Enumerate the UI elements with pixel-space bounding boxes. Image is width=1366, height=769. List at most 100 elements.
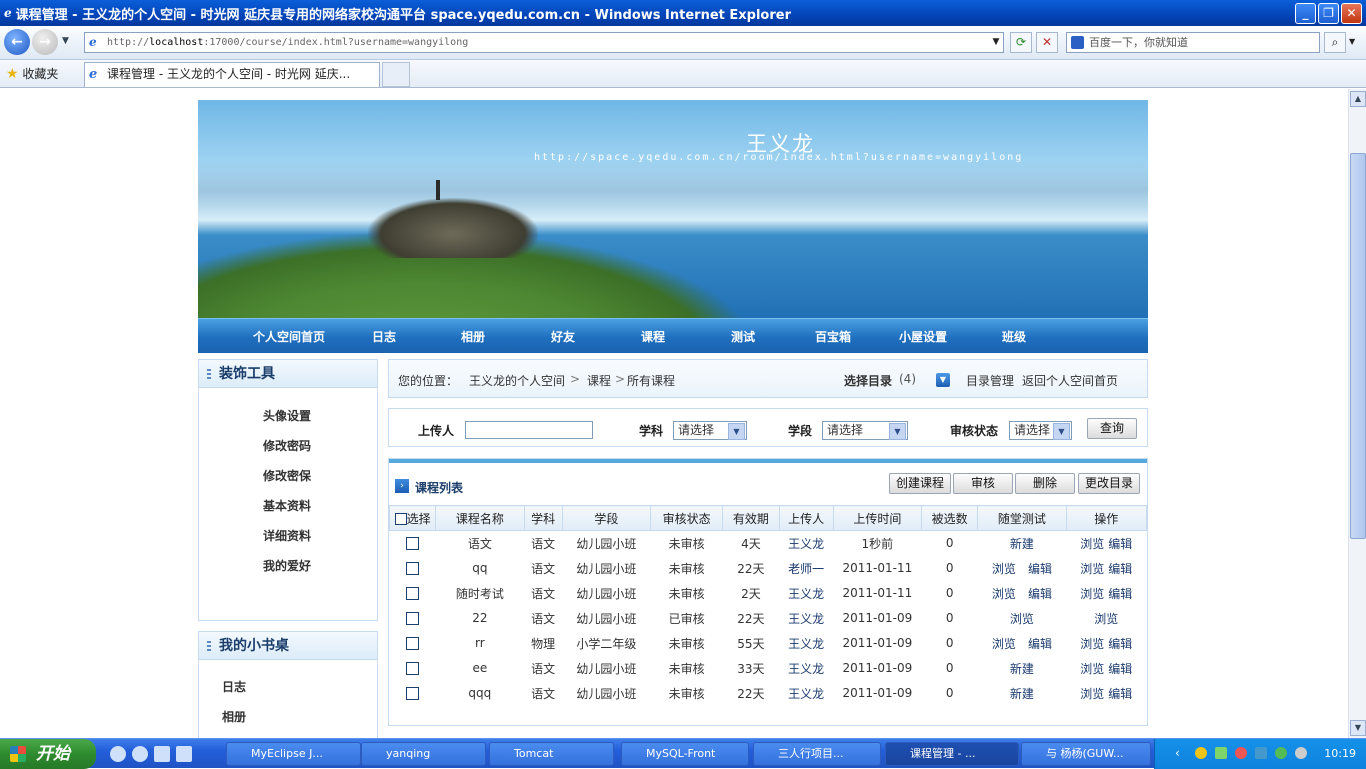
new-tab-button[interactable] bbox=[382, 62, 410, 87]
nav-item-home[interactable]: 个人空间首页 bbox=[253, 328, 325, 345]
nav-item-class[interactable]: 班级 bbox=[1002, 328, 1026, 345]
row-checkbox[interactable] bbox=[406, 562, 420, 575]
stop-button[interactable]: ✕ bbox=[1036, 32, 1058, 53]
maximize-button[interactable]: ❐ bbox=[1318, 3, 1339, 24]
taskbar-item-chat[interactable]: 与 杨杨(GUW... bbox=[1021, 742, 1151, 766]
operation-link[interactable]: 编辑 bbox=[1108, 562, 1132, 576]
uploader-link[interactable]: 王义龙 bbox=[788, 612, 824, 626]
start-button[interactable]: 开始 bbox=[0, 739, 96, 769]
nav-item-toolbox[interactable]: 百宝箱 bbox=[815, 328, 851, 345]
sidebar-item-basic-info[interactable]: 基本资料 bbox=[263, 497, 311, 514]
stage-select[interactable]: 请选择 bbox=[822, 421, 908, 440]
desk-item-blog[interactable]: 日志 bbox=[222, 678, 246, 695]
nav-item-blog[interactable]: 日志 bbox=[372, 328, 396, 345]
scroll-down-button[interactable]: ▼ bbox=[1350, 720, 1366, 736]
operation-link[interactable]: 浏览 bbox=[1080, 637, 1104, 651]
operation-link[interactable]: 编辑 bbox=[1108, 662, 1132, 676]
tray-network-icon[interactable] bbox=[1215, 747, 1227, 759]
address-dropdown-icon[interactable]: ▼ bbox=[988, 33, 1004, 54]
query-button[interactable]: 查询 bbox=[1087, 418, 1137, 439]
quicklaunch-media-icon[interactable] bbox=[176, 746, 192, 762]
nav-item-course[interactable]: 课程 bbox=[641, 328, 665, 345]
operation-link[interactable]: 编辑 bbox=[1108, 687, 1132, 701]
sidebar-item-avatar[interactable]: 头像设置 bbox=[263, 407, 311, 424]
row-checkbox[interactable] bbox=[406, 612, 420, 625]
row-checkbox[interactable] bbox=[406, 587, 420, 600]
quiz-action-link[interactable]: 浏览 bbox=[992, 587, 1016, 601]
uploader-link[interactable]: 王义龙 bbox=[788, 537, 824, 551]
taskbar-item-yanqing[interactable]: yanqing bbox=[361, 742, 486, 766]
breadcrumb-course-link[interactable]: 课程 bbox=[587, 372, 611, 389]
create-course-button[interactable]: 创建课程 bbox=[889, 473, 951, 494]
search-options-icon[interactable]: ▼ bbox=[1349, 37, 1355, 46]
status-select[interactable]: 请选择 bbox=[1009, 421, 1072, 440]
scroll-thumb[interactable] bbox=[1350, 153, 1366, 539]
operation-link[interactable]: 浏览 bbox=[1080, 537, 1104, 551]
taskbar-item-myeclipse[interactable]: MyEclipse J... bbox=[226, 742, 361, 766]
operation-link[interactable]: 浏览 bbox=[1094, 612, 1118, 626]
operation-link[interactable]: 浏览 bbox=[1080, 562, 1104, 576]
uploader-link[interactable]: 王义龙 bbox=[788, 637, 824, 651]
select-all-checkbox[interactable] bbox=[394, 513, 407, 525]
row-checkbox[interactable] bbox=[406, 687, 420, 700]
sidebar-item-detail-info[interactable]: 详细资料 bbox=[263, 527, 311, 544]
quiz-action-link[interactable]: 新建 bbox=[1010, 537, 1034, 551]
quicklaunch-app-icon[interactable] bbox=[110, 746, 126, 762]
breadcrumb-home-link[interactable]: 王义龙的个人空间 bbox=[469, 372, 565, 389]
quiz-action-link[interactable]: 浏览 bbox=[1010, 612, 1034, 626]
nav-item-album[interactable]: 相册 bbox=[461, 328, 485, 345]
change-directory-button[interactable]: 更改目录 bbox=[1078, 473, 1140, 494]
uploader-link[interactable]: 王义龙 bbox=[788, 687, 824, 701]
tray-app-icon[interactable] bbox=[1275, 747, 1287, 759]
uploader-link[interactable]: 老师一 bbox=[788, 562, 824, 576]
taskbar-item-mysql-front[interactable]: MySQL-Front bbox=[621, 742, 749, 766]
forward-button[interactable]: → bbox=[32, 29, 58, 55]
delete-button[interactable]: 删除 bbox=[1015, 473, 1075, 494]
row-checkbox[interactable] bbox=[406, 637, 420, 650]
uploader-link[interactable]: 王义龙 bbox=[788, 662, 824, 676]
quiz-action-link[interactable]: 编辑 bbox=[1028, 562, 1052, 576]
minimize-button[interactable]: _ bbox=[1295, 3, 1316, 24]
directory-dropdown-icon[interactable]: ▼ bbox=[936, 373, 950, 387]
tray-app-icon[interactable] bbox=[1235, 747, 1247, 759]
operation-link[interactable]: 浏览 bbox=[1080, 587, 1104, 601]
quiz-action-link[interactable]: 浏览 bbox=[992, 562, 1016, 576]
operation-link[interactable]: 编辑 bbox=[1108, 587, 1132, 601]
quicklaunch-desktop-icon[interactable] bbox=[154, 746, 170, 762]
nav-item-test[interactable]: 测试 bbox=[731, 328, 755, 345]
desk-item-album[interactable]: 相册 bbox=[222, 708, 246, 725]
tray-app-icon[interactable] bbox=[1295, 747, 1307, 759]
taskbar-item-course-manage[interactable]: 课程管理 - ... bbox=[885, 742, 1019, 766]
sidebar-item-hobbies[interactable]: 我的爱好 bbox=[263, 557, 311, 574]
directory-manage-link[interactable]: 目录管理 bbox=[966, 372, 1014, 389]
approve-button[interactable]: 审核 bbox=[953, 473, 1013, 494]
history-dropdown-icon[interactable]: ▼ bbox=[62, 36, 69, 46]
nav-item-friends[interactable]: 好友 bbox=[551, 328, 575, 345]
search-button[interactable]: ⌕ bbox=[1324, 32, 1346, 53]
refresh-button[interactable]: ⟳ bbox=[1010, 32, 1032, 53]
tray-volume-icon[interactable] bbox=[1195, 747, 1207, 759]
operation-link[interactable]: 编辑 bbox=[1108, 637, 1132, 651]
address-input[interactable]: e http://localhost:17000/course/index.ht… bbox=[84, 32, 1004, 53]
sidebar-item-security-question[interactable]: 修改密保 bbox=[263, 467, 311, 484]
close-button[interactable]: ✕ bbox=[1341, 3, 1362, 24]
operation-link[interactable]: 浏览 bbox=[1080, 662, 1104, 676]
quiz-action-link[interactable]: 新建 bbox=[1010, 687, 1034, 701]
quiz-action-link[interactable]: 新建 bbox=[1010, 662, 1034, 676]
taskbar-item-project[interactable]: 三人行项目... bbox=[753, 742, 881, 766]
uploader-input[interactable] bbox=[465, 421, 593, 439]
tray-expand-icon[interactable]: ‹ bbox=[1175, 746, 1180, 760]
quiz-action-link[interactable]: 编辑 bbox=[1028, 637, 1052, 651]
sidebar-item-password[interactable]: 修改密码 bbox=[263, 437, 311, 454]
scroll-up-button[interactable]: ▲ bbox=[1350, 91, 1366, 107]
uploader-link[interactable]: 王义龙 bbox=[788, 587, 824, 601]
page-scrollbar[interactable]: ▲ ▼ bbox=[1348, 89, 1366, 738]
row-checkbox[interactable] bbox=[406, 662, 420, 675]
back-button[interactable]: ← bbox=[4, 29, 30, 55]
search-input[interactable]: 百度一下，你就知道 bbox=[1066, 32, 1320, 53]
operation-link[interactable]: 编辑 bbox=[1108, 537, 1132, 551]
quiz-action-link[interactable]: 浏览 bbox=[992, 637, 1016, 651]
back-to-home-link[interactable]: 返回个人空间首页 bbox=[1022, 372, 1118, 389]
nav-item-settings[interactable]: 小屋设置 bbox=[899, 328, 947, 345]
favorites-button[interactable]: ★ 收藏夹 bbox=[6, 65, 58, 82]
